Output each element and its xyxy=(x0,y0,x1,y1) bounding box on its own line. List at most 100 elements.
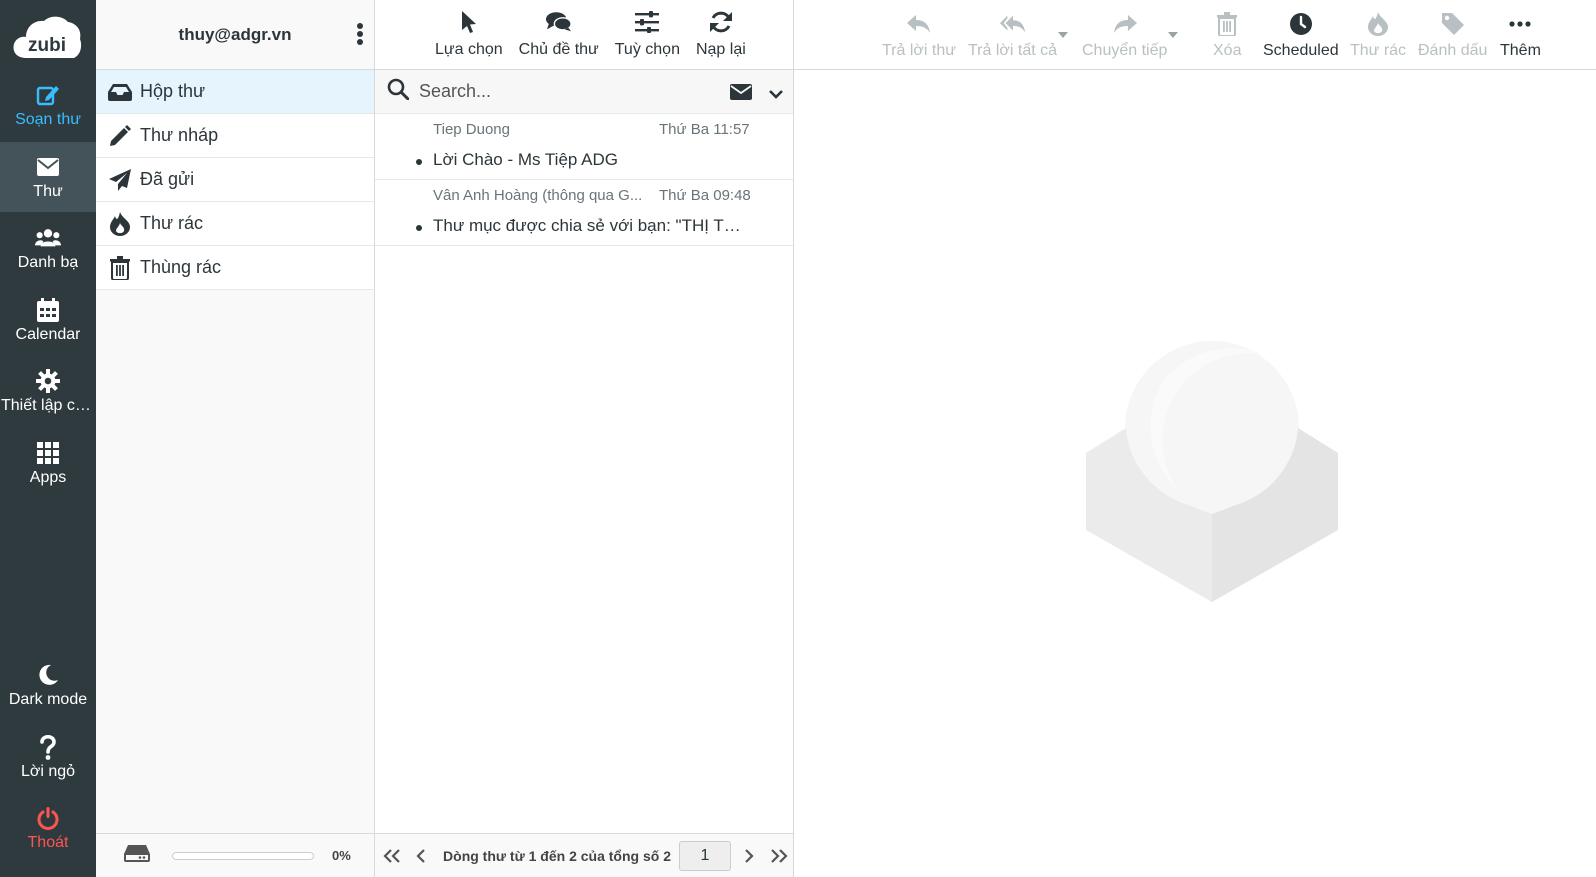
button-label: Lựa chọn xyxy=(435,41,503,58)
pencil-icon xyxy=(108,124,132,148)
scheduled-button[interactable]: Scheduled xyxy=(1263,0,1339,70)
reply-button[interactable]: Trả lời thư xyxy=(882,0,956,70)
button-label: Nạp lại xyxy=(695,41,746,58)
button-label: Thư rác xyxy=(1350,42,1407,59)
contacts-icon xyxy=(35,225,61,251)
forward-caret-icon[interactable] xyxy=(1168,32,1178,38)
forward-button[interactable]: Chuyển tiếp xyxy=(1082,0,1167,70)
apps-grid-icon xyxy=(35,440,61,466)
nav-mail[interactable]: Thư xyxy=(0,142,96,212)
hard-drive-icon xyxy=(124,844,150,867)
pagination-text: Dòng thư từ 1 đến 2 của tổng số 2 xyxy=(443,847,671,864)
folder-trash[interactable]: Thùng rác xyxy=(96,246,374,290)
unread-indicator xyxy=(416,159,422,165)
gear-icon xyxy=(35,368,61,394)
quota-progress-bar xyxy=(172,851,314,860)
message-row[interactable]: Tiep Duong Thứ Ba 11:57 Lời Chào - Ms Ti… xyxy=(375,114,793,180)
threads-button[interactable]: Chủ đề thư xyxy=(511,0,607,69)
reply-all-caret-icon[interactable] xyxy=(1058,32,1068,38)
nav-contacts[interactable]: Danh bạ xyxy=(0,213,96,283)
reply-all-button[interactable]: Trả lời tất cả xyxy=(968,0,1057,70)
folder-sent[interactable]: Đã gửi xyxy=(96,158,374,202)
list-toolbar: Lựa chọn Chủ đề thư Tuỳ chọn Nạp lại xyxy=(375,0,793,70)
nav-label: Thoát xyxy=(27,833,69,851)
button-label: Chủ đề thư xyxy=(518,41,599,58)
folder-label: Hộp thư xyxy=(140,81,206,101)
nav-compose[interactable]: Soạn thư xyxy=(0,70,96,140)
nav-apps[interactable]: Apps xyxy=(0,428,96,498)
main-navigation: zubi Soạn thư Thư Danh bạ Calendar Thiết… xyxy=(0,0,96,877)
nav-label: Apps xyxy=(29,468,67,486)
search-bar xyxy=(375,70,793,114)
nav-logout[interactable]: Thoát xyxy=(0,793,96,863)
folder-drafts[interactable]: Thư nháp xyxy=(96,114,374,158)
message-sender: Vân Anh Hoàng (thông qua G... xyxy=(433,187,643,204)
account-email: thuy@adgr.vn xyxy=(178,24,292,44)
last-page-icon[interactable] xyxy=(764,839,793,873)
message-date: Thứ Ba 09:48 xyxy=(659,187,751,204)
folder-label: Thùng rác xyxy=(140,257,222,277)
message-row[interactable]: Vân Anh Hoàng (thông qua G... Thứ Ba 09:… xyxy=(375,180,793,246)
prev-page-icon[interactable] xyxy=(406,839,435,873)
search-input[interactable] xyxy=(419,81,709,102)
unread-indicator xyxy=(416,225,422,231)
calendar-icon xyxy=(35,297,61,323)
message-date: Thứ Ba 11:57 xyxy=(659,121,750,138)
delete-button[interactable]: Xóa xyxy=(1213,0,1241,70)
next-page-icon[interactable] xyxy=(735,839,764,873)
svg-text:zubi: zubi xyxy=(28,35,66,56)
account-menu-icon[interactable] xyxy=(356,20,364,50)
pagination: Dòng thư từ 1 đến 2 của tổng số 2 xyxy=(375,833,793,877)
page-number-input[interactable] xyxy=(678,840,731,871)
options-button[interactable]: Tuỳ chọn xyxy=(607,0,688,69)
zubi-logo[interactable]: zubi xyxy=(12,14,82,60)
mark-button[interactable]: Đánh dấu xyxy=(1418,0,1487,70)
nav-calendar[interactable]: Calendar xyxy=(0,285,96,355)
refresh-button[interactable]: Nạp lại xyxy=(688,0,754,69)
nav-label: Thiết lập cấ... xyxy=(1,396,95,414)
tag-icon xyxy=(1439,10,1467,38)
cursor-icon xyxy=(456,9,482,35)
spam-button[interactable]: Thư rác xyxy=(1350,0,1406,70)
button-label: Trả lời thư xyxy=(882,42,956,59)
envelope-icon[interactable] xyxy=(730,84,752,105)
folder-label: Đã gửi xyxy=(140,169,195,189)
compose-icon xyxy=(35,82,61,108)
folder-pane: thuy@adgr.vn Hộp thư Thư nháp Đã gửi Thư… xyxy=(96,0,375,877)
clock-icon xyxy=(1287,10,1315,38)
folder-label: Thư rác xyxy=(140,213,204,233)
first-page-icon[interactable] xyxy=(377,839,406,873)
nav-label: Calendar xyxy=(15,325,81,343)
nav-settings[interactable]: Thiết lập cấ... xyxy=(0,356,96,426)
moon-icon xyxy=(35,662,61,688)
nav-label: Danh bạ xyxy=(17,253,79,271)
empty-mailbox-illustration xyxy=(1080,340,1342,602)
select-button[interactable]: Lựa chọn xyxy=(427,0,511,69)
forward-icon xyxy=(1111,10,1139,38)
more-button[interactable]: Thêm xyxy=(1500,0,1541,70)
folder-spam[interactable]: Thư rác xyxy=(96,202,374,246)
power-icon xyxy=(35,805,61,831)
search-icon[interactable] xyxy=(387,78,410,105)
chevron-down-icon[interactable] xyxy=(769,86,783,104)
button-label: Thêm xyxy=(1500,42,1541,59)
envelope-icon xyxy=(35,154,61,180)
folder-label: Thư nháp xyxy=(140,125,219,145)
button-label: Scheduled xyxy=(1263,42,1339,59)
nav-about[interactable]: Lời ngỏ xyxy=(0,722,96,792)
message-subject: Thư mục được chia sẻ với bạn: "THỊ TR... xyxy=(433,216,745,235)
storage-quota: 0% xyxy=(96,833,374,877)
button-label: Trả lời tất cả xyxy=(968,42,1058,59)
sliders-icon xyxy=(634,9,660,35)
message-list-pane: Lựa chọn Chủ đề thư Tuỳ chọn Nạp lại Sea… xyxy=(375,0,794,877)
nav-dark-mode[interactable]: Dark mode xyxy=(0,650,96,720)
folder-inbox[interactable]: Hộp thư xyxy=(96,70,374,114)
trash-icon xyxy=(1213,10,1241,38)
reply-icon xyxy=(905,10,933,38)
nav-label: Soạn thư xyxy=(15,110,81,128)
message-subject: Lời Chào - Ms Tiệp ADG xyxy=(433,150,618,169)
nav-label: Dark mode xyxy=(8,690,88,708)
more-dots-icon xyxy=(1506,10,1534,38)
button-label: Tuỳ chọn xyxy=(614,41,680,58)
message-sender: Tiep Duong xyxy=(433,121,510,138)
